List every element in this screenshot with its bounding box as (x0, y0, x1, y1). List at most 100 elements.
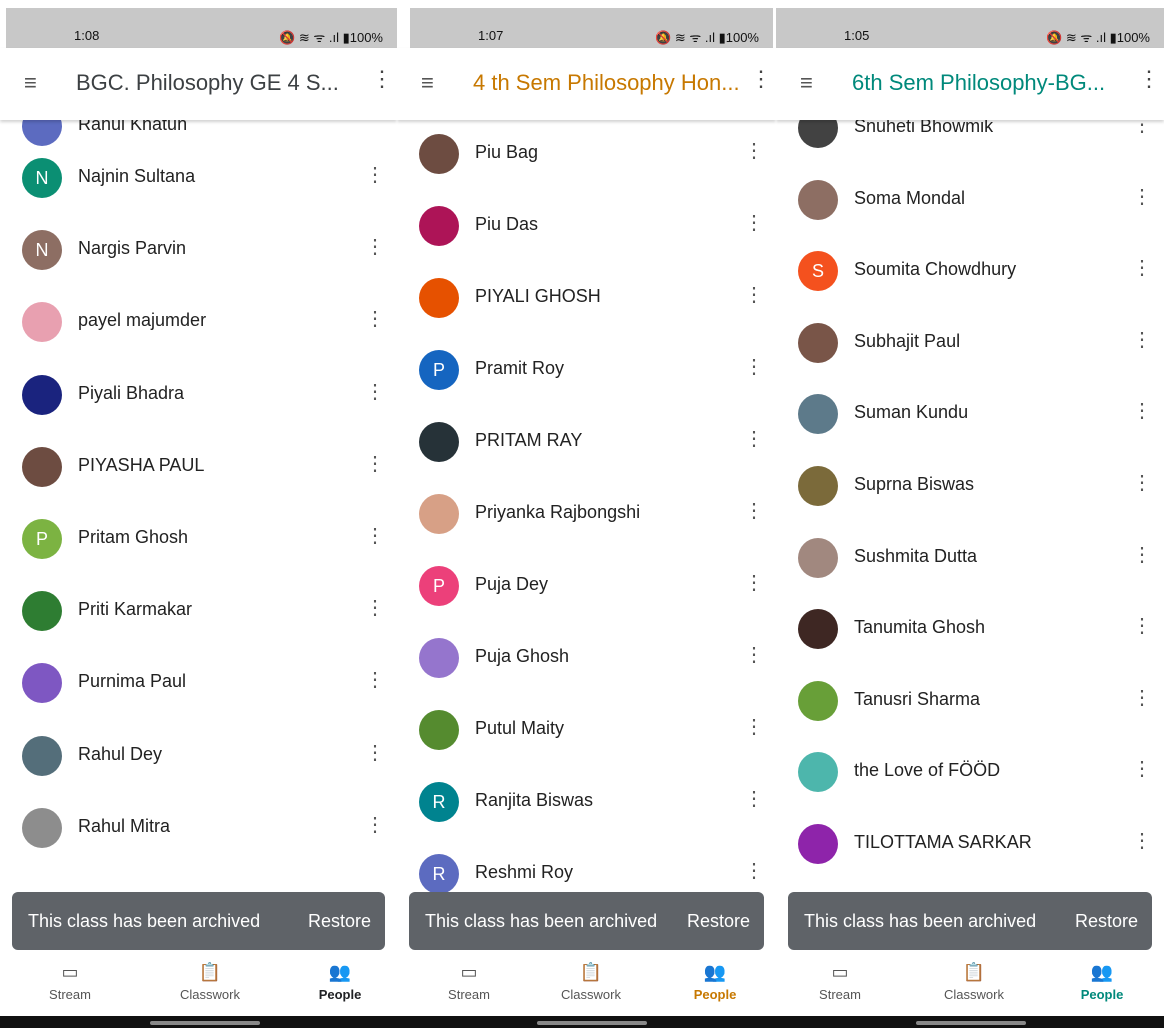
nav-classwork[interactable]: 📋 Classwork (924, 962, 1024, 1002)
list-item[interactable]: Piu Bag ⋮ (397, 124, 776, 188)
list-item[interactable]: N Najnin Sultana ⋮ (0, 148, 397, 212)
more-options-icon[interactable]: ⋮ (744, 786, 764, 811)
student-name: Sushmita Dutta (854, 545, 978, 566)
list-item[interactable]: R Ranjita Biswas ⋮ (397, 772, 776, 836)
avatar: P (419, 566, 459, 606)
more-options-icon[interactable]: ⋮ (1132, 184, 1152, 209)
more-options-icon[interactable]: ⋮ (1132, 327, 1152, 352)
more-options-icon[interactable]: ⋮ (365, 234, 385, 259)
nav-stream[interactable]: ▭ Stream (419, 962, 519, 1002)
student-name: Puja Dey (475, 574, 549, 594)
list-item[interactable]: Putul Maity ⋮ (397, 700, 776, 764)
more-options-icon[interactable]: ⋮ (1132, 756, 1152, 781)
more-options-icon[interactable]: ⋮ (1138, 66, 1160, 92)
restore-button[interactable]: Restore (1075, 911, 1138, 932)
snackbar-message: This class has been archived (804, 911, 1037, 931)
list-item[interactable]: Tanusri Sharma ⋮ (776, 671, 1164, 735)
more-options-icon[interactable]: ⋮ (1132, 255, 1152, 280)
more-options-icon[interactable]: ⋮ (365, 306, 385, 331)
list-item[interactable]: Puja Ghosh ⋮ (397, 628, 776, 692)
avatar (798, 609, 838, 650)
list-item[interactable]: Piu Das ⋮ (397, 196, 776, 260)
list-item[interactable]: P Pramit Roy ⋮ (397, 340, 776, 404)
nav-classwork[interactable]: 📋 Classwork (160, 962, 260, 1002)
restore-button[interactable]: Restore (308, 911, 371, 932)
home-indicator[interactable] (150, 1021, 260, 1025)
list-item[interactable]: Rahul Dey ⋮ (0, 726, 397, 790)
nav-people[interactable]: 👥 People (1052, 962, 1152, 1002)
more-options-icon[interactable]: ⋮ (1132, 828, 1152, 853)
nav-people[interactable]: 👥 People (290, 962, 390, 1002)
nav-stream[interactable]: ▭ Stream (20, 962, 120, 1002)
avatar (419, 206, 459, 246)
list-item[interactable]: payel majumder ⋮ (0, 292, 397, 356)
student-name: Tanusri Sharma (854, 688, 981, 709)
more-options-icon[interactable]: ⋮ (365, 451, 385, 476)
more-options-icon[interactable]: ⋮ (371, 66, 393, 92)
student-name: the Love of FÖÖD (854, 760, 1001, 781)
home-indicator[interactable] (916, 1021, 1026, 1025)
more-options-icon[interactable]: ⋮ (365, 379, 385, 404)
more-options-icon[interactable]: ⋮ (365, 667, 385, 692)
list-item[interactable]: Suprna Biswas ⋮ (776, 456, 1164, 520)
bottom-navigation: ▭ Stream 📋 Classwork 👥 People (0, 952, 397, 1016)
avatar (22, 591, 62, 632)
list-item[interactable]: N Nargis Parvin ⋮ (0, 220, 397, 284)
more-options-icon[interactable]: ⋮ (1132, 470, 1152, 495)
menu-icon[interactable]: ≡ (421, 70, 434, 96)
more-options-icon[interactable]: ⋮ (744, 642, 764, 667)
more-options-icon[interactable]: ⋮ (744, 282, 764, 307)
more-options-icon[interactable]: ⋮ (1132, 613, 1152, 638)
class-title: 4 th Sem Philosophy Hon... (473, 70, 740, 95)
more-options-icon[interactable]: ⋮ (365, 812, 385, 837)
list-item[interactable]: Purnima Paul ⋮ (0, 653, 397, 717)
list-item[interactable]: Sushmita Dutta ⋮ (776, 528, 1164, 592)
more-options-icon[interactable]: ⋮ (744, 858, 764, 883)
nav-label: Stream (49, 987, 91, 1002)
nav-stream[interactable]: ▭ Stream (790, 962, 890, 1002)
list-item[interactable]: Rahul Mitra ⋮ (0, 798, 397, 862)
list-item[interactable]: TILOTTAMA SARKAR ⋮ (776, 814, 1164, 878)
list-item[interactable]: the Love of FÖÖD ⋮ (776, 742, 1164, 806)
nav-classwork[interactable]: 📋 Classwork (541, 962, 641, 1002)
list-item[interactable]: Soma Mondal ⋮ (776, 170, 1164, 234)
student-name: TILOTTAMA SARKAR (854, 832, 1032, 852)
more-options-icon[interactable]: ⋮ (365, 162, 385, 187)
student-name: Suprna Biswas (854, 474, 975, 494)
home-indicator[interactable] (537, 1021, 647, 1025)
more-options-icon[interactable]: ⋮ (365, 740, 385, 765)
more-options-icon[interactable]: ⋮ (744, 138, 764, 163)
menu-icon[interactable]: ≡ (24, 70, 37, 96)
more-options-icon[interactable]: ⋮ (744, 210, 764, 235)
list-item[interactable]: P Puja Dey ⋮ (397, 556, 776, 620)
list-item[interactable]: Subhajit Paul ⋮ (776, 313, 1164, 377)
list-item[interactable]: Tanumita Ghosh ⋮ (776, 599, 1164, 663)
more-options-icon[interactable]: ⋮ (744, 714, 764, 739)
list-item[interactable]: Suman Kundu ⋮ (776, 384, 1164, 448)
menu-icon[interactable]: ≡ (800, 70, 813, 96)
list-item[interactable]: Piyali Bhadra ⋮ (0, 365, 397, 429)
more-options-icon[interactable]: ⋮ (1132, 542, 1152, 567)
list-item[interactable]: Priyanka Rajbongshi ⋮ (397, 484, 776, 548)
list-item[interactable]: PRITAM RAY ⋮ (397, 412, 776, 476)
nav-people[interactable]: 👥 People (665, 962, 765, 1002)
more-options-icon[interactable]: ⋮ (750, 66, 772, 92)
list-item[interactable]: PIYALI GHOSH ⋮ (397, 268, 776, 332)
more-options-icon[interactable]: ⋮ (744, 354, 764, 379)
more-options-icon[interactable]: ⋮ (365, 523, 385, 548)
more-options-icon[interactable]: ⋮ (744, 426, 764, 451)
list-item[interactable]: S Soumita Chowdhury ⋮ (776, 241, 1164, 305)
avatar: R (419, 782, 459, 822)
app-bar: ≡ 6th Sem Philosophy-BG... ⋮ (776, 48, 1164, 120)
list-item[interactable]: Priti Karmakar ⋮ (0, 581, 397, 645)
class-title: 6th Sem Philosophy-BG... (852, 70, 1106, 95)
more-options-icon[interactable]: ⋮ (365, 595, 385, 620)
list-item[interactable]: PIYASHA PAUL ⋮ (0, 437, 397, 501)
more-options-icon[interactable]: ⋮ (1132, 685, 1152, 710)
more-options-icon[interactable]: ⋮ (744, 570, 764, 595)
more-options-icon[interactable]: ⋮ (744, 498, 764, 523)
restore-button[interactable]: Restore (687, 911, 750, 932)
more-options-icon[interactable]: ⋮ (1132, 398, 1152, 423)
avatar (798, 537, 838, 578)
list-item[interactable]: P Pritam Ghosh ⋮ (0, 509, 397, 573)
